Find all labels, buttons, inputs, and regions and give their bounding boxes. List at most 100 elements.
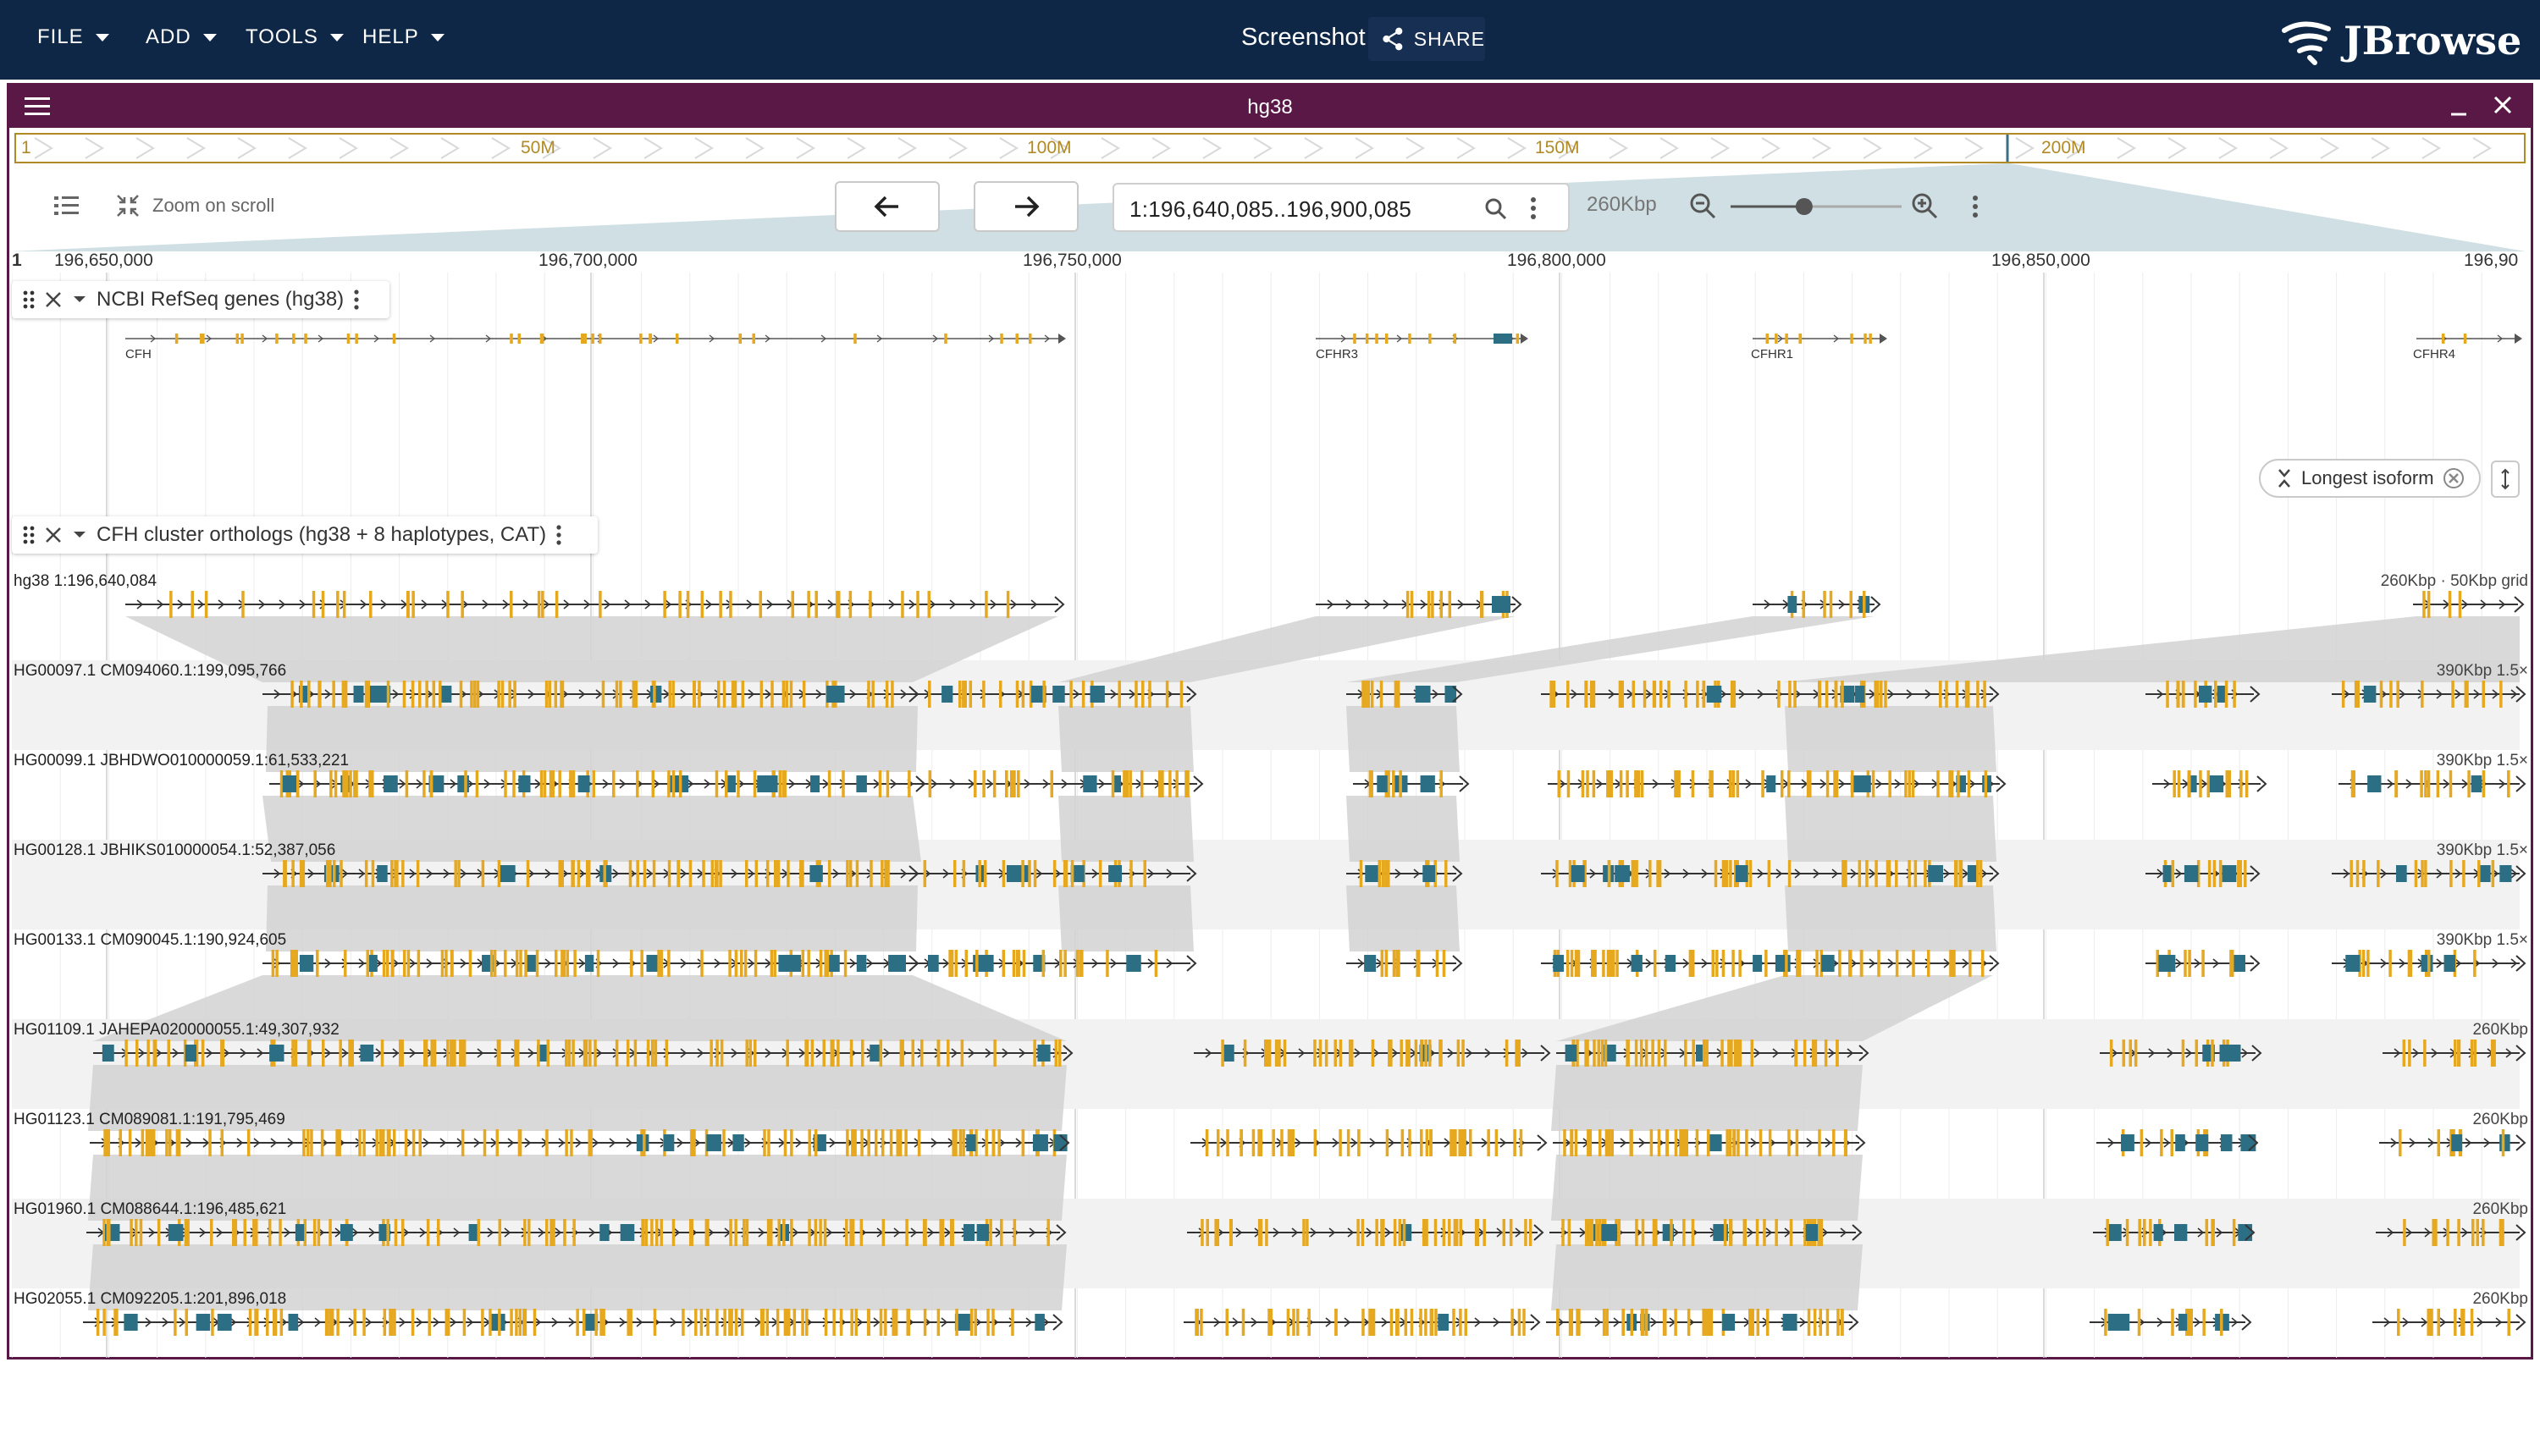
session-title[interactable]: Screenshot: [1241, 24, 1366, 52]
exon-utr: [2388, 950, 2392, 977]
exon-utr: [739, 950, 743, 977]
exon-utr: [986, 1309, 990, 1336]
scroll-right-button[interactable]: [974, 181, 1079, 232]
zoom-scroll-toggle[interactable]: Zoom on scroll: [54, 193, 274, 218]
exon-utr: [619, 681, 622, 708]
exon-utr: [2501, 1219, 2504, 1246]
menu-file[interactable]: FILE: [37, 25, 109, 49]
exon-utr: [582, 1309, 586, 1336]
exon-utr: [2228, 770, 2232, 797]
exon-cds: [1605, 1224, 1618, 1241]
chevron-down-icon[interactable]: [71, 529, 88, 541]
exon-cds: [2228, 1045, 2241, 1062]
exon-utr: [549, 770, 553, 797]
exon-utr: [2470, 1040, 2474, 1067]
exon-utr: [1201, 1219, 1204, 1246]
exon-utr: [430, 1040, 433, 1067]
track-height-button[interactable]: [2491, 461, 2520, 498]
exon-utr: [652, 860, 656, 887]
exon-utr: [1442, 950, 1446, 977]
exon-utr: [512, 770, 516, 797]
scroll-left-button[interactable]: [835, 181, 940, 232]
close-icon[interactable]: [44, 290, 63, 309]
minimize-icon[interactable]: [2448, 96, 2470, 118]
exon-utr: [694, 1309, 698, 1336]
exon-utr: [1895, 860, 1898, 887]
location-input[interactable]: 1:196,640,085..196,900,085: [1129, 196, 1411, 223]
gene-label[interactable]: CFHR4: [2413, 347, 2455, 361]
track-selector-icon[interactable]: [54, 195, 80, 217]
zoom-slider[interactable]: [1727, 193, 1905, 220]
exon-utr: [975, 950, 979, 977]
synteny-band: [1785, 885, 1996, 951]
exon-utr: [167, 1040, 170, 1067]
ortholog-row-scale: 260Kbp: [2472, 1200, 2528, 1218]
exon-utr: [776, 1309, 780, 1336]
exon-utr: [1143, 860, 1146, 887]
exon-utr: [1140, 770, 1144, 797]
exon-utr: [404, 1129, 408, 1156]
exon-utr: [1895, 950, 1899, 977]
exon-utr: [594, 1309, 598, 1336]
exon-utr: [1887, 860, 1891, 887]
drag-handle-icon[interactable]: [22, 525, 36, 545]
exon-utr: [650, 1040, 654, 1067]
close-icon[interactable]: [44, 526, 63, 544]
exon-utr: [2427, 950, 2431, 977]
exon-utr: [1574, 1129, 1578, 1156]
menu-add[interactable]: ADD: [146, 25, 217, 49]
exon-utr: [807, 950, 810, 977]
more-vert-icon[interactable]: [352, 289, 361, 311]
exon-utr: [1980, 950, 1985, 977]
track-label-orthologs[interactable]: CFH cluster orthologs (hg38 + 8 haplotyp…: [12, 516, 598, 554]
ortholog-row-label: HG00133.1 CM090045.1:190,924,605: [14, 931, 287, 949]
exon-utr: [1098, 860, 1102, 887]
exon-utr: [1195, 1309, 1198, 1336]
menu-help[interactable]: HELP: [362, 25, 444, 49]
zoom-slider-thumb[interactable]: [1795, 198, 1813, 215]
zoom-in-icon[interactable]: [1910, 191, 1939, 220]
close-icon[interactable]: [2490, 92, 2515, 118]
chevron-down-icon[interactable]: [71, 294, 88, 306]
exon-utr: [949, 1219, 953, 1246]
exon-cds: [2478, 865, 2491, 882]
exon-utr: [416, 860, 420, 887]
more-vert-icon[interactable]: [1527, 195, 1539, 222]
exon-utr: [1063, 860, 1067, 887]
exon-utr: [627, 1309, 630, 1336]
track-area[interactable]: [12, 273, 2528, 1358]
view-options-icon[interactable]: [1969, 193, 1981, 220]
search-icon[interactable]: [1483, 196, 1509, 222]
exon-utr: [700, 591, 704, 618]
exon-cds: [102, 1045, 114, 1062]
zoom-out-icon[interactable]: [1688, 191, 1717, 220]
menu-tools[interactable]: TOOLS: [246, 25, 344, 49]
exon-cds: [1928, 865, 1944, 882]
exon-utr: [861, 1040, 864, 1067]
gene-label[interactable]: CFHR1: [1751, 347, 1793, 361]
exon-utr: [667, 860, 671, 887]
gene-label[interactable]: CFHR3: [1316, 347, 1358, 361]
exon-utr: [1570, 1309, 1574, 1336]
location-search-box[interactable]: 1:196,640,085..196,900,085: [1113, 183, 1570, 232]
exon-utr: [128, 1129, 132, 1156]
exon-utr: [477, 1219, 481, 1246]
more-vert-icon[interactable]: [555, 524, 563, 546]
exon-utr: [1021, 1129, 1025, 1156]
track-label-refseq[interactable]: NCBI RefSeq genes (hg38): [12, 281, 389, 318]
exon-utr: [1400, 1129, 1405, 1156]
exon-utr: [208, 1129, 212, 1156]
exon-utr: [119, 1129, 123, 1156]
share-button[interactable]: SHARE: [1368, 17, 1485, 61]
refseq-exon: [2441, 334, 2445, 344]
overview-scalebar[interactable]: 1 50M 100M 150M 200M: [14, 133, 2526, 163]
refseq-exon: [1015, 334, 1019, 344]
exon-utr: [368, 591, 373, 618]
exon-utr: [1479, 591, 1483, 618]
gene-label[interactable]: CFH: [125, 347, 152, 361]
isoform-filter-chip[interactable]: Longest isoform: [2259, 459, 2481, 498]
exon-utr: [881, 1219, 886, 1246]
exon-utr: [1755, 1219, 1759, 1246]
clear-icon[interactable]: [2443, 467, 2465, 489]
drag-handle-icon[interactable]: [22, 290, 36, 310]
